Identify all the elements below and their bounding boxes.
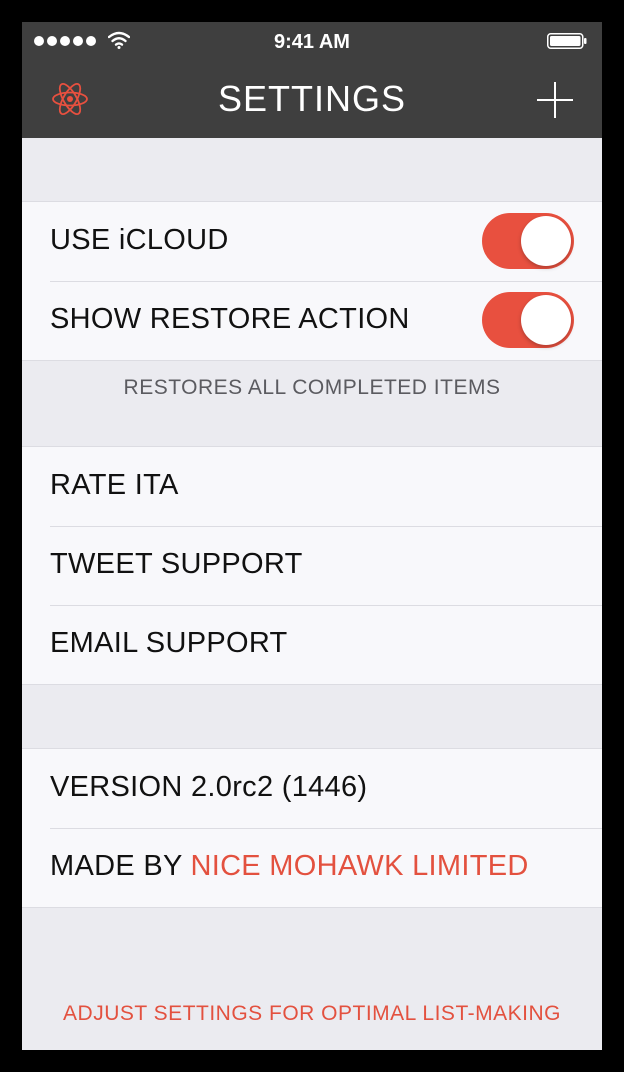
use-icloud-toggle[interactable] bbox=[482, 213, 574, 269]
made-by-row: MADE BY NICE MOHAWK LIMITED bbox=[22, 828, 602, 907]
tweet-support-label: TWEET SUPPORT bbox=[50, 548, 303, 580]
top-bar: 9:41 AM SETTINGS bbox=[22, 22, 602, 138]
navigation-bar: SETTINGS bbox=[22, 62, 602, 138]
made-by-prefix: MADE BY bbox=[50, 850, 191, 882]
about-group: VERSION 2.0rc2 (1446) MADE BY NICE MOHAW… bbox=[22, 748, 602, 908]
made-by-label: MADE BY NICE MOHAWK LIMITED bbox=[50, 850, 529, 883]
settings-tagline: ADJUST SETTINGS FOR OPTIMAL LIST-MAKING bbox=[63, 1002, 561, 1025]
use-icloud-row: USE iCLOUD bbox=[22, 202, 602, 281]
sync-settings-group: USE iCLOUD SHOW RESTORE ACTION bbox=[22, 201, 602, 361]
developer-link[interactable]: NICE MOHAWK LIMITED bbox=[190, 850, 528, 882]
show-restore-action-label: SHOW RESTORE ACTION bbox=[50, 303, 410, 335]
version-label: VERSION 2.0rc2 (1446) bbox=[50, 771, 368, 803]
use-icloud-label: USE iCLOUD bbox=[50, 224, 229, 256]
restore-footnote: RESTORES ALL COMPLETED ITEMS bbox=[123, 376, 501, 399]
show-restore-action-toggle[interactable] bbox=[482, 292, 574, 348]
settings-screen: 9:41 AM SETTINGS USE iCLOUD SHOW RESTORE… bbox=[22, 22, 602, 1050]
email-support-row[interactable]: EMAIL SUPPORT bbox=[22, 605, 602, 684]
support-group: RATE ITA TWEET SUPPORT EMAIL SUPPORT bbox=[22, 446, 602, 685]
version-row: VERSION 2.0rc2 (1446) bbox=[22, 749, 602, 828]
tweet-support-row[interactable]: TWEET SUPPORT bbox=[22, 526, 602, 605]
toggle-knob bbox=[521, 295, 571, 345]
battery-icon bbox=[547, 33, 587, 49]
toggle-knob bbox=[521, 216, 571, 266]
plus-icon[interactable] bbox=[536, 81, 574, 119]
page-title: SETTINGS bbox=[217, 78, 407, 119]
email-support-label: EMAIL SUPPORT bbox=[50, 627, 288, 659]
show-restore-action-row: SHOW RESTORE ACTION bbox=[22, 281, 602, 360]
rate-app-label: RATE ITA bbox=[50, 469, 179, 501]
status-bar: 9:41 AM bbox=[22, 22, 602, 62]
status-time: 9:41 AM bbox=[274, 31, 350, 53]
rate-app-row[interactable]: RATE ITA bbox=[22, 447, 602, 526]
